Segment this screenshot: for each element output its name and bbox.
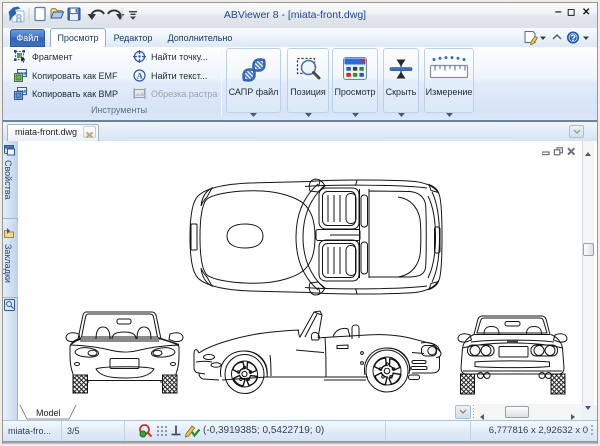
svg-text:8: 8 <box>16 12 23 24</box>
svg-text:?: ? <box>570 33 576 43</box>
svg-text:Model: Model <box>36 408 61 418</box>
svg-text:A: A <box>137 70 144 80</box>
